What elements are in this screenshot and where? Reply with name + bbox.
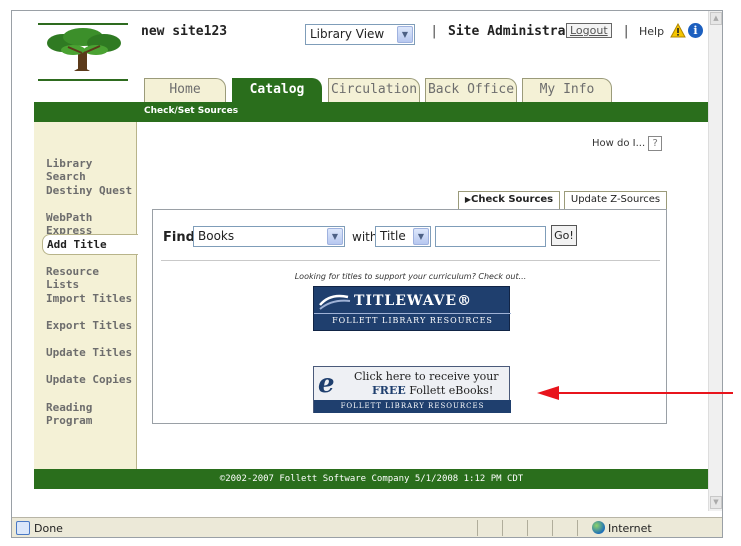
ebooks-free: FREE <box>372 384 406 397</box>
internet-globe-icon <box>592 521 605 534</box>
header-separator: | <box>432 24 437 39</box>
go-button[interactable]: Go! <box>551 225 577 246</box>
copyright-footer: ©2002-2007 Follett Software Company 5/1/… <box>34 469 709 489</box>
free-ebooks-banner[interactable]: e Click here to receive your FREE Follet… <box>313 366 511 413</box>
curriculum-prompt: Looking for titles to support your curri… <box>294 272 527 281</box>
sidebar-item-add-title[interactable]: Add Title <box>42 234 138 255</box>
tree-logo-icon <box>47 28 121 71</box>
status-text: Done <box>34 522 63 535</box>
sidebar-item-update-titles[interactable]: Update Titles <box>46 346 132 359</box>
search-input[interactable] <box>435 226 546 247</box>
tab-home[interactable]: Home <box>144 78 226 102</box>
how-do-i-label: How do I... <box>592 138 646 149</box>
browser-window: new site123 Library View ▼ | Site Admini… <box>11 10 723 538</box>
scroll-down-icon[interactable]: ▼ <box>710 496 722 509</box>
status-divider <box>577 520 578 536</box>
sidebar-item-import-titles[interactable]: Import Titles <box>46 292 132 305</box>
sidebar: Library Search Destiny Quest WebPath Exp… <box>34 122 138 469</box>
titlewave-banner[interactable]: TITLEWAVE® FOLLETT LIBRARY RESOURCES <box>313 286 511 331</box>
search-field-select[interactable]: Title ▼ <box>375 226 431 247</box>
titlewave-swoosh-icon <box>319 294 351 310</box>
titlewave-subtitle: FOLLETT LIBRARY RESOURCES <box>332 316 493 325</box>
ebook-e-icon: e <box>318 369 335 399</box>
sidebar-item-update-copies[interactable]: Update Copies <box>46 373 132 386</box>
scroll-up-icon[interactable]: ▲ <box>710 12 722 25</box>
header-separator: | <box>624 24 629 39</box>
ebooks-footer: FOLLETT LIBRARY RESOURCES <box>314 400 511 413</box>
logo-rule <box>38 79 128 81</box>
library-view-select[interactable]: Library View ▼ <box>305 24 415 45</box>
page-done-icon <box>16 521 30 535</box>
help-question-icon[interactable]: ? <box>648 136 663 151</box>
info-icon[interactable]: i <box>688 23 703 38</box>
titlewave-title: TITLEWAVE® <box>354 293 473 309</box>
warning-icon[interactable] <box>670 23 686 38</box>
with-label: with <box>352 230 378 244</box>
sidebar-item-library-search[interactable]: Library Search <box>46 157 136 183</box>
chevron-down-icon[interactable]: ▼ <box>397 26 413 43</box>
tab-update-z-sources[interactable]: Update Z-Sources <box>564 191 667 209</box>
tab-check-sources[interactable]: ▶Check Sources <box>458 191 560 209</box>
destiny-logo[interactable] <box>38 23 128 81</box>
page-content: new site123 Library View ▼ | Site Admini… <box>34 11 709 511</box>
tab-back-office[interactable]: Back Office <box>425 78 517 102</box>
titlewave-rule <box>314 313 511 314</box>
find-label: Find <box>163 230 195 245</box>
status-divider <box>552 520 553 536</box>
status-divider <box>502 520 503 536</box>
tab-my-info[interactable]: My Info <box>522 78 612 102</box>
vertical-scrollbar[interactable]: ▲ ▼ <box>708 11 722 511</box>
sidebar-item-destiny-quest[interactable]: Destiny Quest <box>46 184 132 197</box>
sidebar-item-resource-lists[interactable]: Resource Lists <box>46 265 136 291</box>
ebooks-line2-rest: Follett eBooks! <box>405 384 494 397</box>
annotation-arrow-icon <box>537 386 733 400</box>
status-divider <box>527 520 528 536</box>
material-type-select[interactable]: Books ▼ <box>193 226 345 247</box>
sidebar-item-export-titles[interactable]: Export Titles <box>46 319 132 332</box>
logout-button[interactable]: Logout <box>566 23 612 38</box>
search-field-value: Title <box>380 229 406 243</box>
library-view-value: Library View <box>310 27 385 41</box>
status-divider <box>477 520 478 536</box>
subheader-bar: Check/Set Sources <box>34 102 709 122</box>
divider <box>161 260 660 261</box>
security-zone: Internet <box>608 522 652 535</box>
tab-catalog[interactable]: Catalog <box>232 78 322 102</box>
tab-circulation[interactable]: Circulation <box>328 78 420 102</box>
ebooks-line2: FREE Follett eBooks! <box>372 384 493 397</box>
material-type-value: Books <box>198 229 235 243</box>
chevron-down-icon[interactable]: ▼ <box>413 228 429 245</box>
page-subtitle: Check/Set Sources <box>144 106 239 116</box>
tab-check-sources-label: Check Sources <box>471 194 554 205</box>
sidebar-item-reading-program[interactable]: Reading Program <box>46 401 136 427</box>
help-link[interactable]: Help <box>639 25 664 38</box>
status-bar: Done Internet <box>12 517 722 537</box>
chevron-down-icon[interactable]: ▼ <box>327 228 343 245</box>
ebooks-line1: Click here to receive your <box>354 370 499 383</box>
site-name: new site123 <box>141 24 228 39</box>
how-do-i-link[interactable]: How do I...? <box>592 136 663 151</box>
